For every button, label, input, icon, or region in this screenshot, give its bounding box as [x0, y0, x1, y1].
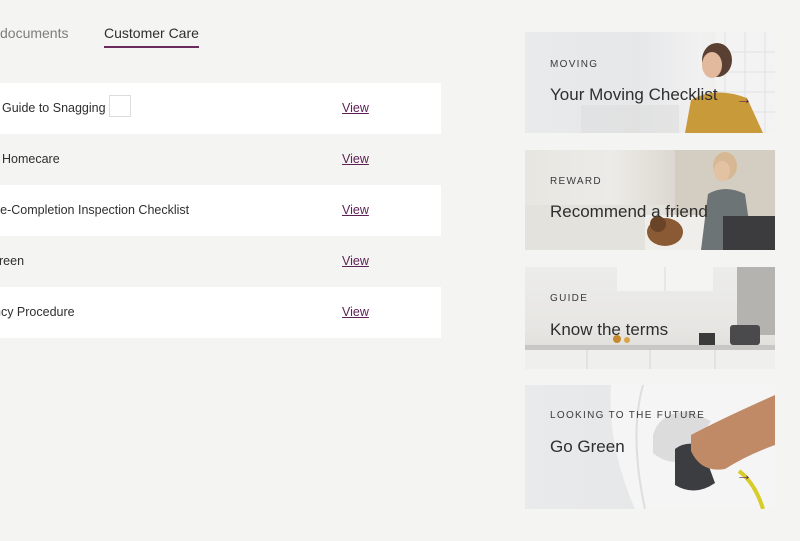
document-row: re-Completion Inspection Checklist View — [0, 185, 441, 236]
document-row: Guide to Snagging View — [0, 83, 441, 134]
card-title: Know the terms — [550, 320, 669, 339]
card-looking-to-the-future[interactable]: LOOKING TO THE FUTURE Go Green → — [525, 385, 775, 509]
card-eyebrow: MOVING — [550, 59, 599, 70]
tab-customer-care[interactable]: Customer Care — [104, 24, 199, 48]
card-eyebrow: GUIDE — [550, 293, 589, 304]
card-moving[interactable]: MOVING Your Moving Checklist → — [525, 32, 775, 133]
tab-documents[interactable]: documents — [0, 24, 68, 42]
card-reward[interactable]: REWARD Recommend a friend — [525, 150, 775, 250]
card-title: Go Green — [550, 437, 625, 456]
card-guide[interactable]: GUIDE Know the terms — [525, 267, 775, 369]
document-checkbox[interactable] — [109, 95, 131, 117]
view-link[interactable]: View — [342, 304, 369, 320]
view-link[interactable]: View — [342, 151, 369, 167]
card-title: Recommend a friend — [550, 202, 708, 221]
card-eyebrow: REWARD — [550, 176, 602, 187]
view-link[interactable]: View — [342, 253, 369, 269]
document-list: Guide to Snagging View Homecare View re-… — [0, 83, 441, 338]
arrow-right-icon: → — [736, 467, 752, 484]
document-tabs: documents Customer Care — [0, 0, 480, 60]
document-title: reen — [0, 254, 25, 268]
card-eyebrow: LOOKING TO THE FUTURE — [550, 410, 706, 421]
document-row: ncy Procedure View — [0, 287, 441, 338]
document-row: Homecare View — [0, 134, 441, 185]
document-title: Homecare — [2, 152, 60, 166]
card-title: Your Moving Checklist — [550, 85, 718, 104]
document-row: reen View — [0, 236, 441, 287]
arrow-right-icon: → — [736, 91, 752, 108]
document-title: re-Completion Inspection Checklist — [0, 203, 190, 217]
view-link[interactable]: View — [342, 100, 369, 116]
document-title: Guide to Snagging — [2, 101, 106, 115]
view-link[interactable]: View — [342, 202, 369, 218]
document-title: ncy Procedure — [0, 305, 75, 319]
